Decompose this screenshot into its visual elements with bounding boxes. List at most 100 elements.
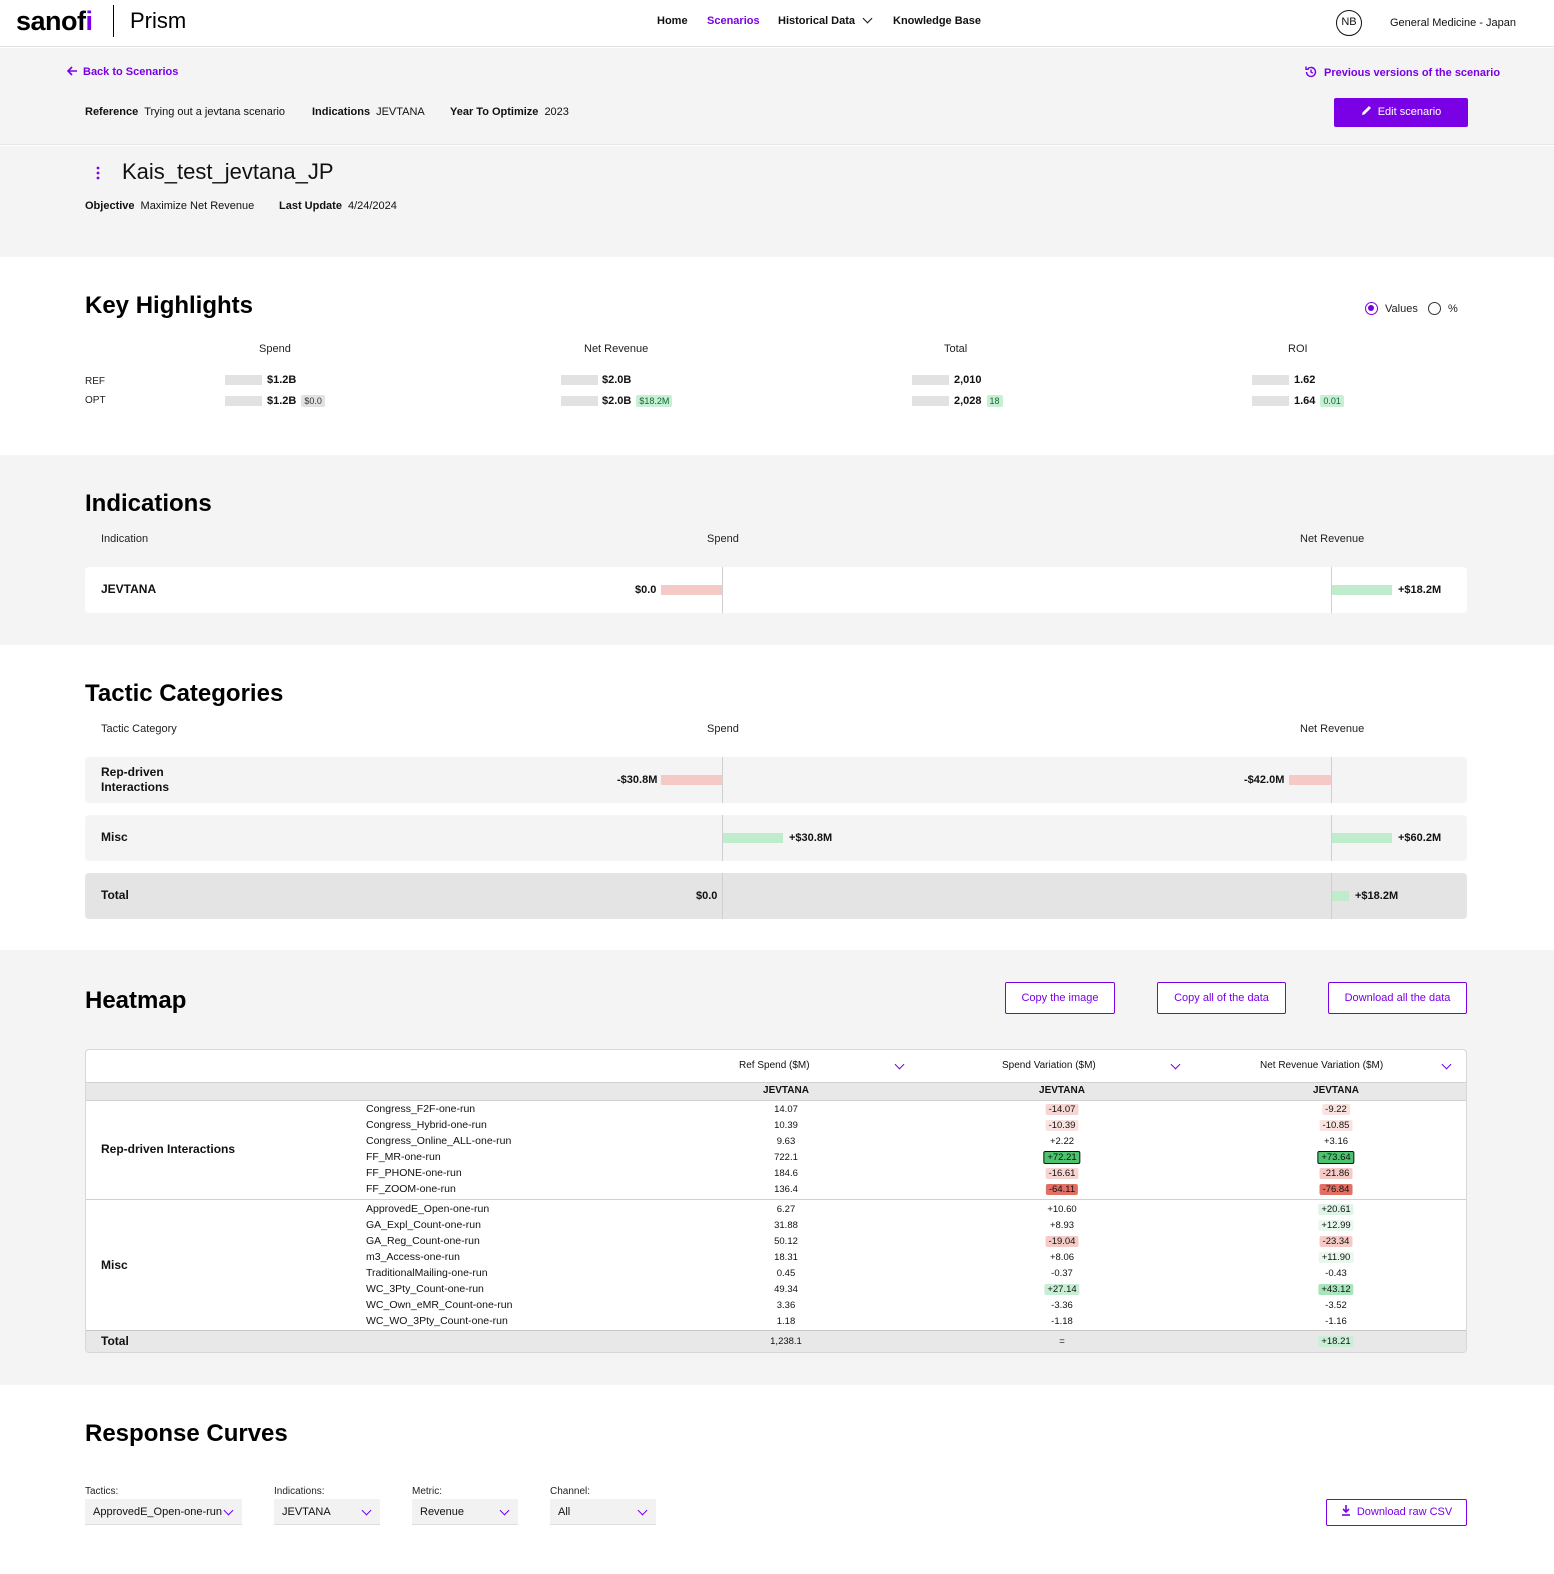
heatmap-group-misc: Misc: [101, 1258, 128, 1272]
kh-spend-opt-value: $1.2B: [267, 395, 297, 407]
revenue-variation-column-header[interactable]: Net Revenue Variation ($M): [1260, 1060, 1383, 1071]
heatmap-ref-cell: 136.4: [774, 1184, 798, 1195]
channel-dropdown[interactable]: All: [550, 1499, 656, 1525]
more-options-icon[interactable]: [96, 166, 100, 185]
values-radio[interactable]: [1365, 302, 1378, 315]
heatmap-spend-cell: -19.04: [1045, 1236, 1079, 1247]
nav-scenarios[interactable]: Scenarios: [707, 15, 760, 27]
response-curves-title: Response Curves: [85, 1420, 288, 1447]
sanofi-logo[interactable]: sanofi: [16, 6, 93, 37]
metric-dropdown[interactable]: Revenue: [412, 1499, 518, 1525]
download-data-button[interactable]: Download all the data: [1328, 982, 1467, 1014]
percent-radio[interactable]: [1428, 302, 1441, 315]
last-update-value: 4/24/2024: [347, 200, 397, 212]
ref-spend-column-header[interactable]: Ref Spend ($M): [739, 1060, 810, 1071]
tactic-spend-bar: [661, 775, 722, 785]
heatmap-title: Heatmap: [85, 987, 187, 1014]
heatmap-spend-cell: +27.14: [1044, 1284, 1080, 1295]
pencil-icon: [1361, 106, 1371, 115]
tactic-spend-value: +$30.8M: [789, 832, 833, 844]
heatmap-tactic: WC_WO_3Pty_Count-one-run: [366, 1315, 508, 1327]
opt-row-label: OPT: [85, 395, 106, 406]
nav-knowledge-base[interactable]: Knowledge Base: [893, 15, 981, 27]
indication-row-jevtana[interactable]: JEVTANA $0.0 +$18.2M: [85, 567, 1467, 613]
indication-spend-value: $0.0: [635, 584, 657, 596]
heatmap-revenue-cell: +12.99: [1318, 1220, 1354, 1231]
tactic-name: Rep-driven Interactions: [101, 765, 170, 794]
tactic-revenue-value: -$42.0M: [1244, 774, 1285, 786]
heatmap-revenue-cell: +3.16: [1323, 1136, 1349, 1147]
group-divider: [86, 1199, 1466, 1200]
heatmap-tactic: Congress_F2F-one-run: [366, 1103, 476, 1115]
kh-roi-opt-bar: [1252, 396, 1289, 406]
tactic-name: Misc: [101, 830, 128, 844]
heatmap-revenue-cell: +73.64: [1317, 1151, 1355, 1164]
kh-revenue-ref-bar: [561, 375, 598, 385]
nav-home[interactable]: Home: [657, 15, 688, 27]
heatmap-group-rep-driven: Rep-driven Interactions: [101, 1142, 236, 1156]
heatmap-spend-cell: +8.93: [1049, 1220, 1075, 1231]
tactic-spend-bar: [723, 833, 783, 843]
reference-field: Reference Trying out a jevtana scenario: [85, 106, 285, 118]
history-icon: [1305, 66, 1317, 78]
kh-roi-opt-value: 1.64: [1294, 395, 1316, 407]
scenario-header: Kais_test_jevtana_JP Objective Maximize N…: [0, 146, 1554, 257]
tactics-dropdown[interactable]: ApprovedE_Open-one-run: [85, 1499, 242, 1525]
app-name[interactable]: Prism: [130, 8, 186, 34]
chevron-down-icon: [499, 1505, 510, 1516]
indication-name: JEVTANA: [101, 582, 157, 596]
heatmap-ref-cell: 1.18: [776, 1316, 796, 1327]
indications-dropdown[interactable]: JEVTANA: [274, 1499, 380, 1525]
tactic-revenue-bar: [1289, 775, 1331, 785]
back-to-scenarios-link[interactable]: Back to Scenarios: [66, 65, 178, 78]
edit-scenario-button[interactable]: Edit scenario: [1334, 98, 1468, 127]
heatmap-tactic: m3_Access-one-run: [366, 1251, 460, 1263]
tactics-filter-label: Tactics:: [85, 1486, 119, 1497]
tactic-revenue-col-header: Net Revenue: [1300, 723, 1365, 735]
kh-revenue-title: Net Revenue: [584, 343, 649, 355]
tactic-row-rep-driven[interactable]: Rep-driven Interactions -$30.8M -$42.0M: [85, 757, 1467, 803]
copy-image-button[interactable]: Copy the image: [1005, 982, 1115, 1014]
chevron-down-icon[interactable]: [1170, 1059, 1181, 1070]
tactic-row-total: Total $0.0 +$18.2M: [85, 873, 1467, 919]
previous-versions-link[interactable]: Previous versions of the scenario: [1304, 65, 1500, 79]
indication-spend-bar: [661, 585, 722, 595]
tactic-revenue-bar: [1332, 833, 1392, 843]
values-radio-label: Values: [1385, 303, 1418, 315]
heatmap-spend-cell: -3.36: [1051, 1300, 1073, 1311]
indication-col-header: Indication: [101, 533, 149, 545]
kh-total-opt-bar: [912, 396, 949, 406]
chevron-down-icon[interactable]: [894, 1059, 905, 1070]
kh-roi-ref-bar: [1252, 375, 1289, 385]
nav-historical-data[interactable]: Historical Data: [778, 13, 873, 27]
heatmap-revenue-cell: -9.22: [1322, 1104, 1350, 1115]
edit-scenario-label: Edit scenario: [1377, 106, 1442, 118]
download-icon: [1341, 1505, 1350, 1516]
heatmap-spend-cell: +72.21: [1043, 1151, 1081, 1164]
tactic-spend-value: $0.0: [696, 890, 718, 902]
tactic-row-misc[interactable]: Misc +$30.8M +$60.2M: [85, 815, 1467, 861]
heatmap-ref-cell: 49.34: [774, 1284, 798, 1295]
heatmap-spend-cell: -64.11: [1045, 1184, 1079, 1195]
chevron-down-icon[interactable]: [1441, 1059, 1452, 1070]
copy-data-button[interactable]: Copy all of the data: [1157, 982, 1286, 1014]
download-raw-csv-button[interactable]: Download raw CSV: [1326, 1499, 1467, 1526]
org-selector[interactable]: General Medicine - Japan: [1390, 17, 1516, 29]
heatmap-revenue-cell: -76.84: [1319, 1184, 1353, 1195]
heatmap-ref-cell: 14.07: [774, 1104, 798, 1115]
kh-revenue-opt-bar: [561, 396, 598, 406]
heatmap-spend-cell: +8.06: [1049, 1252, 1075, 1263]
kh-spend-opt-bar: [225, 396, 262, 406]
heatmap-spend-cell: -10.39: [1045, 1120, 1079, 1131]
spend-variation-column-header[interactable]: Spend Variation ($M): [1002, 1060, 1096, 1071]
key-highlights-section: Key Highlights Values % REF OPT Spend $1…: [0, 257, 1554, 455]
tactic-revenue-value: +$18.2M: [1355, 890, 1399, 902]
logo-divider: [113, 5, 114, 37]
heatmap-tactic: FF_ZOOM-one-run: [366, 1183, 456, 1195]
heatmap-ref-cell: 10.39: [774, 1120, 798, 1131]
heatmap-revenue-cell: -3.52: [1325, 1300, 1347, 1311]
user-avatar[interactable]: NB: [1336, 10, 1362, 36]
kh-revenue-opt: $2.0B $18.2M: [602, 395, 673, 407]
heatmap-total-spend: =: [1059, 1336, 1065, 1347]
tactic-spend-value: -$30.8M: [617, 774, 658, 786]
